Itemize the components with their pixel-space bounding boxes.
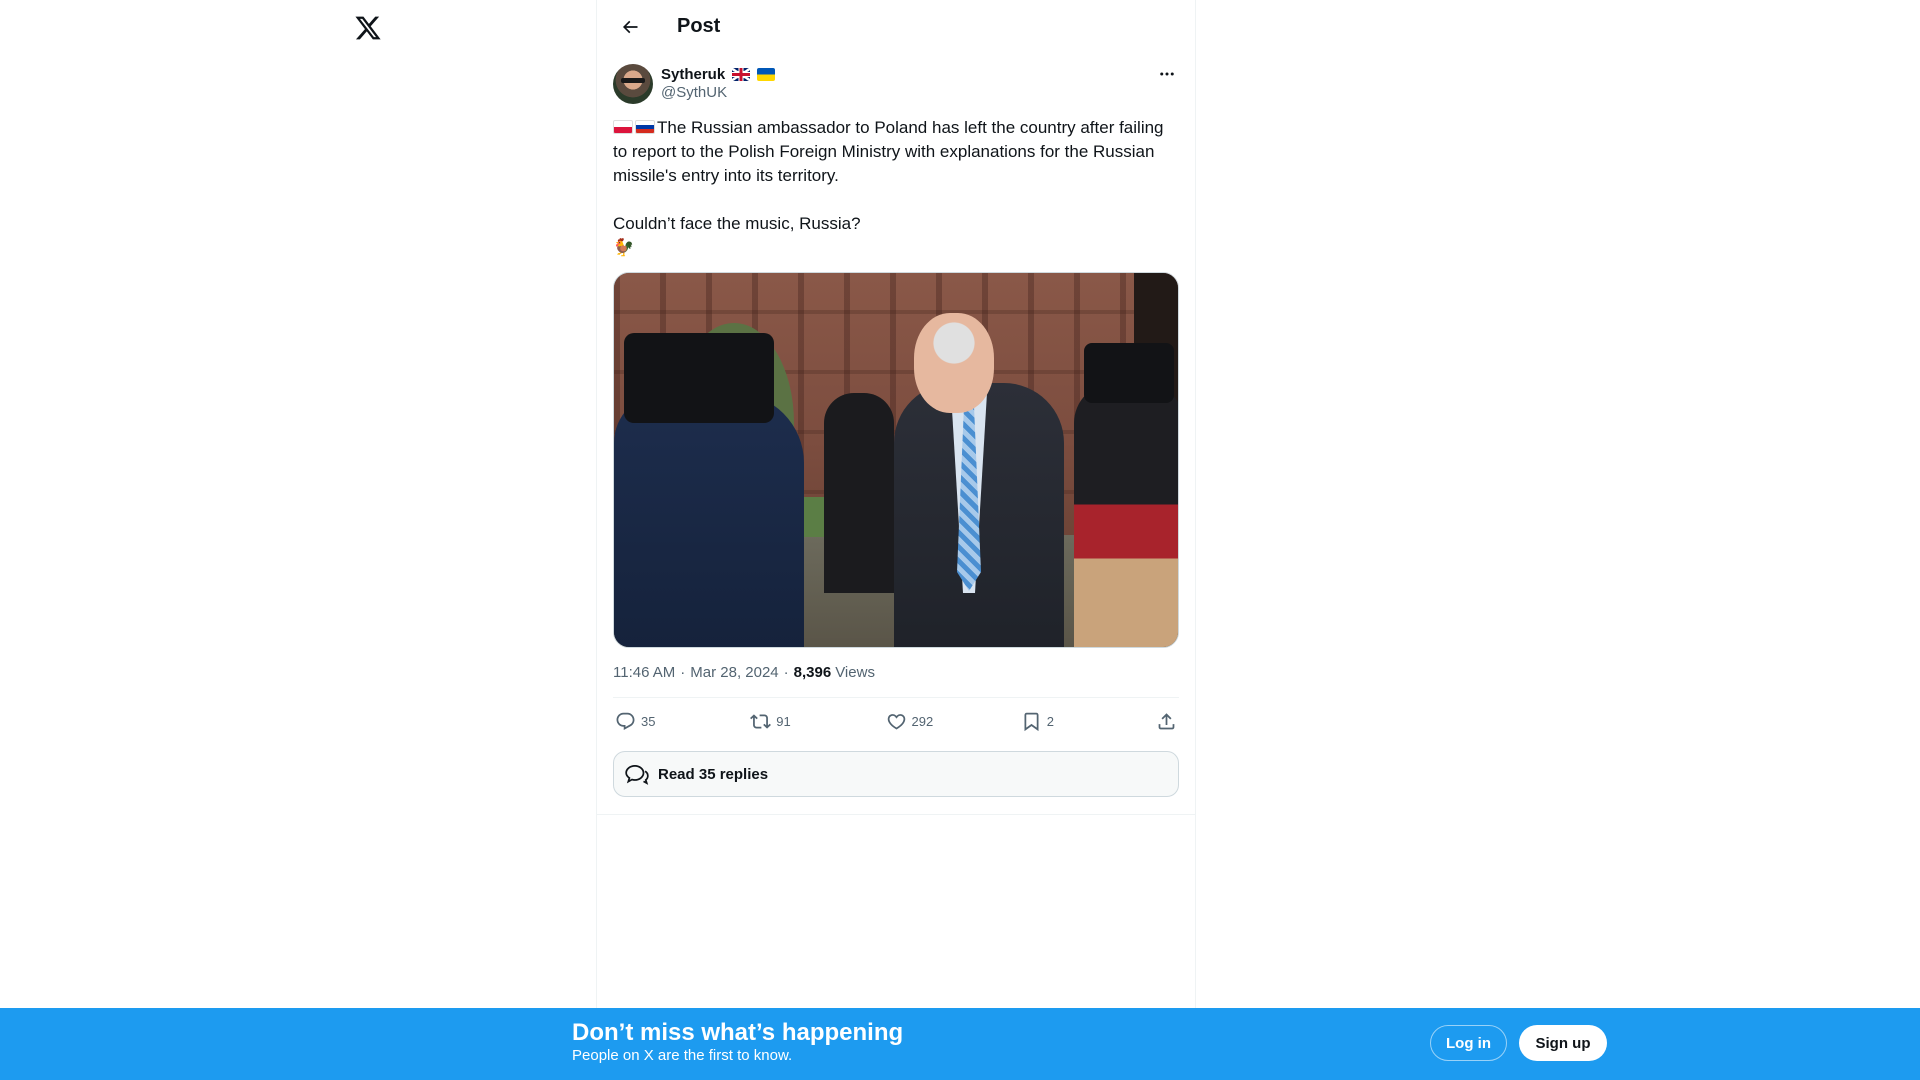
back-button[interactable]: [613, 10, 647, 44]
post: Sytheruk @SythUK The Russian ambassador …: [597, 64, 1195, 797]
post-photo[interactable]: [613, 272, 1179, 648]
like-count: 292: [911, 714, 934, 729]
read-replies-button[interactable]: Read 35 replies: [613, 751, 1179, 797]
share-icon: [1158, 713, 1175, 730]
x-logo-icon[interactable]: [354, 14, 382, 42]
post-text: The Russian ambassador to Poland has lef…: [613, 116, 1179, 260]
post-time[interactable]: 11:46 AM: [613, 664, 675, 681]
like-button[interactable]: 292: [886, 711, 996, 732]
main-column: Post Sytheruk @SythUK The Russian ambass…: [596, 0, 1196, 1080]
ukraine-flag-icon: [757, 68, 776, 81]
share-button[interactable]: [1156, 711, 1177, 732]
author-names: Sytheruk @SythUK: [661, 66, 776, 101]
reply-button[interactable]: 35: [615, 711, 725, 732]
page-title: Post: [677, 15, 721, 37]
bookmark-icon: [1024, 712, 1039, 732]
signup-banner: Don’t miss what’s happening People on X …: [0, 1008, 1920, 1080]
column-bottom-divider: [597, 814, 1195, 815]
display-name-row: Sytheruk: [661, 66, 776, 83]
author-row: Sytheruk @SythUK: [613, 64, 1179, 104]
post-date[interactable]: Mar 28, 2024: [690, 664, 778, 681]
bookmark-button[interactable]: 2: [1021, 711, 1131, 732]
separator-dot: ·: [783, 664, 789, 681]
repost-count: 91: [776, 714, 791, 729]
heart-icon: [887, 714, 905, 730]
repost-button[interactable]: 91: [750, 711, 860, 732]
more-dots-icon: [1160, 72, 1174, 76]
photo-person-left: [614, 393, 804, 647]
photo-camera-right: [1084, 343, 1174, 403]
banner-text: Don’t miss what’s happening People on X …: [572, 1019, 903, 1065]
speech-bubbles-icon: [625, 765, 649, 785]
bookmark-count: 2: [1046, 714, 1054, 729]
banner-title: Don’t miss what’s happening: [572, 1019, 904, 1046]
photo-head: [914, 313, 994, 413]
rooster-emoji: 🐓: [613, 238, 635, 257]
poland-flag-icon: [613, 120, 633, 134]
more-options-button[interactable]: [1155, 64, 1179, 84]
post-meta: 11:46 AM · Mar 28, 2024 · 8,396 Views: [613, 664, 1179, 681]
handle[interactable]: @SythUK: [661, 84, 775, 101]
action-bar: 35 91 292 2: [613, 698, 1179, 745]
login-button[interactable]: Log in: [1430, 1025, 1507, 1061]
read-replies-label: Read 35 replies: [658, 765, 769, 783]
signup-button[interactable]: Sign up: [1519, 1025, 1607, 1061]
photo-camera-left: [624, 333, 774, 423]
post-header: Post: [597, 0, 1195, 53]
uk-flag-icon: [732, 68, 751, 81]
arrow-left-icon: [622, 20, 638, 33]
reply-count: 35: [641, 714, 656, 729]
banner-subtitle: People on X are the first to know.: [572, 1047, 793, 1064]
russia-flag-icon: [635, 120, 655, 134]
reply-icon: [616, 712, 635, 730]
avatar[interactable]: [613, 64, 653, 104]
post-text-line2: Couldn’t face the music, Russia?: [613, 214, 861, 233]
views-count: 8,396: [793, 664, 832, 681]
post-text-line1: The Russian ambassador to Poland has lef…: [613, 118, 1169, 185]
separator-dot: ·: [680, 664, 686, 681]
views-label: Views: [835, 664, 875, 681]
repost-icon: [750, 714, 772, 729]
photo-person-mid: [824, 393, 894, 593]
photo-person-right: [1074, 383, 1178, 647]
display-name[interactable]: Sytheruk: [661, 66, 725, 83]
